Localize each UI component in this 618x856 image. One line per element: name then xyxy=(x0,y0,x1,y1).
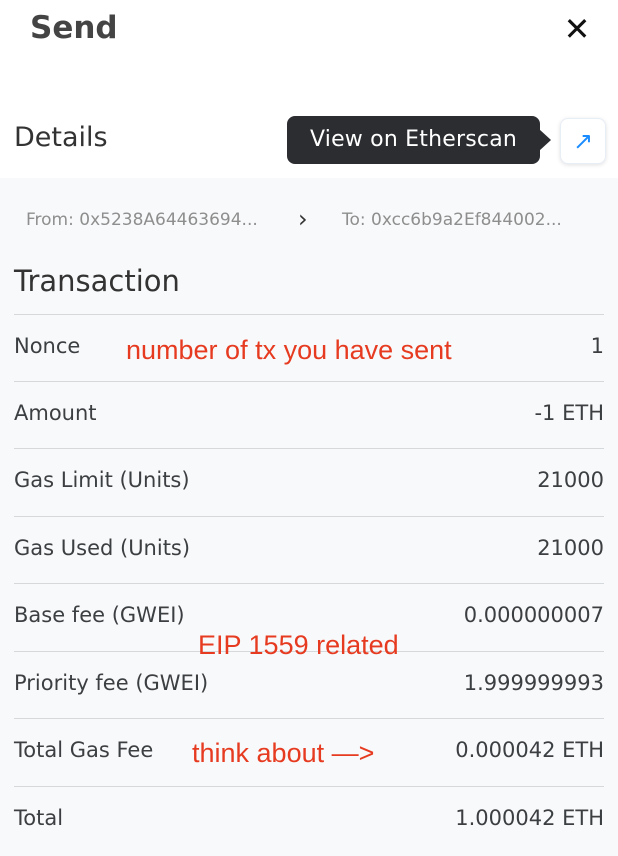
row-value: -1 ETH xyxy=(534,401,604,425)
row-value: 1.000042 ETH xyxy=(455,806,604,830)
chevron-right-icon: › xyxy=(298,205,308,233)
row-label: Gas Limit (Units) xyxy=(14,468,190,492)
header: Send ✕ xyxy=(0,0,618,70)
row-label: Base fee (GWEI) xyxy=(14,603,185,627)
close-icon[interactable]: ✕ xyxy=(560,10,594,48)
external-link-icon[interactable]: ↗ xyxy=(560,118,606,164)
row-label: Nonce xyxy=(14,334,81,358)
row-value: 1 xyxy=(590,334,604,358)
row-label: Total Gas Fee xyxy=(14,738,154,762)
address-row: From: 0x5238A64463694... › To: 0xcc6b9a2… xyxy=(0,200,618,244)
row-value: 21000 xyxy=(537,536,604,560)
row-priority-fee: Priority fee (GWEI) 1.999999993 xyxy=(14,651,604,719)
row-value: 1.999999993 xyxy=(463,671,604,695)
page-title: Send xyxy=(30,10,118,46)
row-label: Priority fee (GWEI) xyxy=(14,671,209,695)
row-label: Total xyxy=(14,806,64,830)
row-amount: Amount -1 ETH xyxy=(14,381,604,449)
row-gas-limit: Gas Limit (Units) 21000 xyxy=(14,448,604,516)
details-label: Details xyxy=(14,122,108,153)
annotation-nonce: number of tx you have sent xyxy=(126,335,452,365)
row-label: Amount xyxy=(14,401,97,425)
annotation-eip: EIP 1559 related xyxy=(198,630,399,660)
transaction-title: Transaction xyxy=(14,264,180,298)
row-total: Total 1.000042 ETH xyxy=(14,786,604,854)
row-gas-used: Gas Used (Units) 21000 xyxy=(14,516,604,584)
row-value: 21000 xyxy=(537,468,604,492)
annotation-gas: think about —> xyxy=(192,738,375,768)
row-value: 0.000042 ETH xyxy=(455,738,604,762)
etherscan-tooltip: View on Etherscan xyxy=(287,116,551,164)
from-address[interactable]: From: 0x5238A64463694... xyxy=(26,210,258,230)
row-label: Gas Used (Units) xyxy=(14,536,191,560)
row-value: 0.000000007 xyxy=(463,603,604,627)
to-address[interactable]: To: 0xcc6b9a2Ef844002... xyxy=(342,210,562,230)
